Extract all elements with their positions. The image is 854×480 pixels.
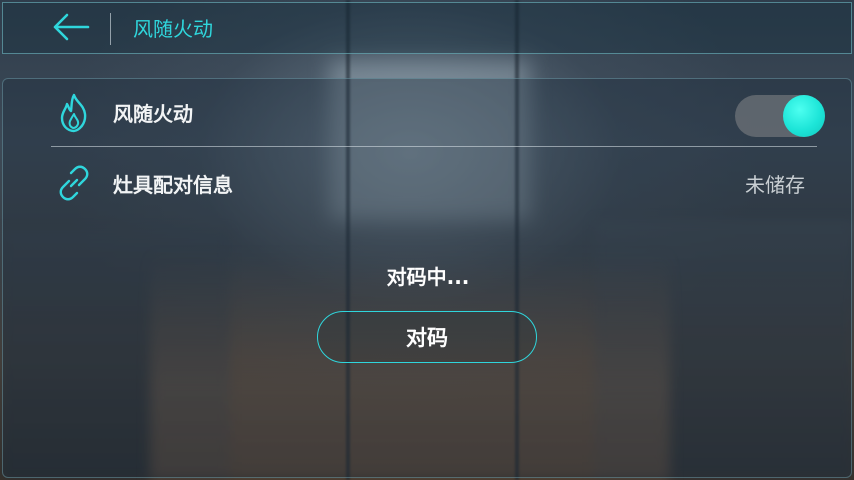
pairing-status-text: 对码中... xyxy=(386,265,470,289)
page-title: 风随火动 xyxy=(133,17,213,41)
setting-label-fire-follow: 风随火动 xyxy=(113,102,193,126)
back-button[interactable] xyxy=(43,9,99,49)
setting-row-fire-follow: 风随火动 xyxy=(51,79,825,147)
settings-panel: 风随火动 灶具配对信息 未储存 对码中... 对码 xyxy=(2,78,852,478)
flame-icon xyxy=(51,90,97,136)
arrow-left-icon xyxy=(51,12,91,46)
link-icon xyxy=(51,160,97,206)
pair-button[interactable]: 对码 xyxy=(317,311,537,363)
header-divider xyxy=(110,13,111,45)
setting-label-stove-pairing: 灶具配对信息 xyxy=(113,172,233,197)
stove-pairing-status: 未储存 xyxy=(745,172,805,197)
toggle-knob xyxy=(783,95,825,137)
fire-follow-toggle[interactable] xyxy=(735,95,825,137)
setting-row-stove-pairing[interactable]: 灶具配对信息 未储存 xyxy=(51,149,817,217)
top-bar: 风随火动 xyxy=(2,2,852,54)
